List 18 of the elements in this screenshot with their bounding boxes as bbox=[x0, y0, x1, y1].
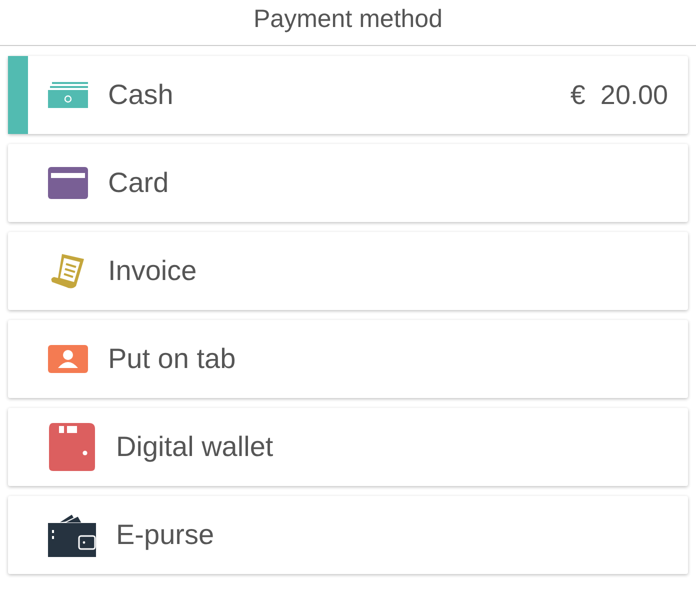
method-label: Digital wallet bbox=[116, 431, 274, 463]
method-label: Card bbox=[108, 167, 170, 199]
payment-method-item[interactable]: Put on tab bbox=[8, 320, 688, 398]
payment-method-item[interactable]: Cash € 20.00 bbox=[8, 56, 688, 134]
method-label: Cash bbox=[108, 79, 174, 111]
payment-method-item[interactable]: E-purse bbox=[8, 496, 688, 574]
method-label: Invoice bbox=[108, 255, 198, 287]
payment-method-item[interactable]: Card bbox=[8, 144, 688, 222]
page-title: Payment method bbox=[254, 4, 442, 35]
method-label: E-purse bbox=[116, 519, 216, 551]
payment-method-item[interactable]: Invoice bbox=[8, 232, 688, 310]
amount-text: € 20.00 bbox=[570, 80, 668, 110]
banknotes-icon bbox=[48, 82, 88, 108]
credit-card-icon bbox=[48, 167, 88, 199]
receipt-icon bbox=[50, 252, 86, 290]
method-label: Put on tab bbox=[108, 343, 237, 375]
payment-method-item[interactable]: Digital wallet bbox=[8, 408, 688, 486]
person-icon bbox=[48, 345, 88, 373]
